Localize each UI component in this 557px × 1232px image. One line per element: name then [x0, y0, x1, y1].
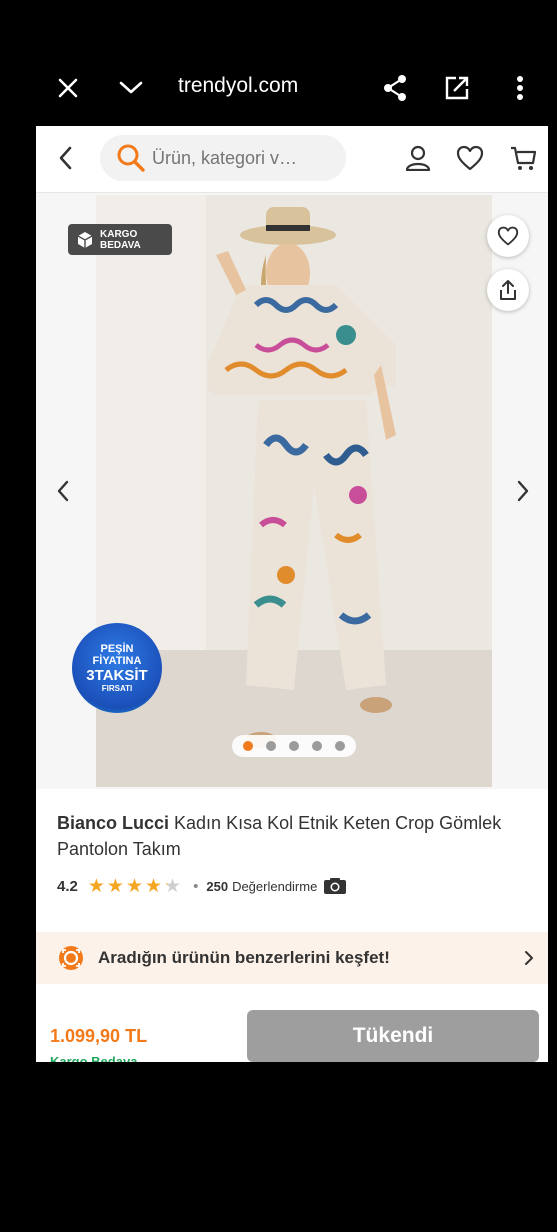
chevron-down-icon	[119, 81, 143, 94]
star-icon: ★	[125, 875, 143, 897]
cart-icon	[511, 146, 537, 170]
pagination-dot[interactable]	[242, 741, 253, 751]
next-image-button[interactable]	[510, 475, 536, 507]
more-options-button[interactable]	[506, 70, 534, 106]
pagination-dot[interactable]	[288, 741, 299, 751]
chevron-right-icon	[525, 951, 533, 965]
open-external-icon	[445, 76, 469, 100]
rating-score: 4.2	[57, 877, 78, 895]
camera-icon	[324, 878, 347, 894]
star-partial-icon: ★	[164, 875, 182, 897]
review-label: Değerlendirme	[232, 878, 318, 894]
close-tab-button[interactable]	[52, 72, 84, 104]
pagination-dot[interactable]	[312, 741, 323, 751]
collapse-button[interactable]	[114, 72, 148, 104]
similar-products-banner[interactable]: Aradığın ürünün benzerlerini keşfet!	[36, 932, 548, 984]
search-bar[interactable]	[100, 135, 346, 181]
add-to-favorites-button[interactable]	[487, 215, 529, 257]
share-upload-icon	[500, 280, 516, 300]
url-text[interactable]: trendyol.com	[178, 74, 298, 98]
search-icon	[117, 144, 145, 172]
product-photo[interactable]	[96, 195, 492, 787]
star-icon: ★	[145, 875, 163, 897]
product-brand[interactable]: Bianco Lucci	[57, 813, 169, 833]
cart-button[interactable]	[506, 142, 540, 174]
search-input[interactable]	[150, 146, 344, 170]
star-icon: ★	[87, 875, 105, 897]
installment-promo-badge: PEŞİN FİYATINA 3TAKSİT FIRSATI	[72, 623, 162, 713]
discover-icon	[59, 946, 83, 970]
free-shipping-line1: KARGO	[100, 228, 138, 240]
favorites-button[interactable]	[454, 142, 486, 174]
product-price: 1.099,90 TL	[50, 1026, 148, 1046]
star-icon: ★	[106, 875, 124, 897]
chevron-right-icon	[517, 480, 529, 502]
rating-row[interactable]: 4.2 ★ ★ ★ ★ ★ • 250 Değerlendirme	[57, 875, 347, 897]
user-icon	[405, 145, 431, 171]
image-pagination[interactable]	[232, 735, 356, 757]
share-product-button[interactable]	[487, 269, 529, 311]
chevron-left-icon	[59, 146, 72, 170]
product-image-gallery[interactable]: KARGO BEDAVA PEŞİN FİYATINA 3TAKSİT FIRS…	[36, 193, 548, 789]
more-vertical-icon	[517, 76, 523, 100]
free-shipping-text: KARGO BEDAVA	[100, 229, 141, 251]
model-illustration	[96, 195, 492, 787]
pagination-dot[interactable]	[265, 741, 276, 751]
star-rating: ★ ★ ★ ★ ★	[88, 875, 183, 898]
product-page: KARGO BEDAVA PEŞİN FİYATINA 3TAKSİT FIRS…	[36, 126, 548, 1062]
close-icon	[58, 78, 78, 98]
free-shipping-label: Kargo Bedava	[50, 1054, 138, 1062]
previous-image-button[interactable]	[50, 475, 76, 507]
promo-line4: FIRSATI	[101, 683, 133, 693]
share-browser-button[interactable]	[378, 70, 412, 106]
free-shipping-badge: KARGO BEDAVA	[68, 224, 172, 255]
chevron-left-icon	[57, 480, 69, 502]
promo-line2: FİYATINA	[92, 654, 142, 667]
bullet-separator: •	[193, 877, 199, 895]
similar-products-text: Aradığın ürünün benzerlerini keşfet!	[98, 948, 390, 967]
open-in-browser-button[interactable]	[440, 70, 474, 106]
account-button[interactable]	[402, 142, 434, 174]
heart-icon	[456, 145, 484, 171]
back-button[interactable]	[50, 142, 82, 174]
heart-icon	[497, 226, 519, 246]
promo-line1: PEŞİN	[100, 642, 134, 655]
promo-line3: 3TAKSİT	[86, 666, 148, 684]
free-shipping-line2: BEDAVA	[100, 239, 141, 251]
sold-out-button[interactable]: Tükendi	[247, 1010, 539, 1062]
site-header	[36, 126, 548, 193]
product-title: Bianco Lucci Kadın Kısa Kol Etnik Keten …	[57, 810, 537, 862]
pagination-dot[interactable]	[335, 741, 346, 751]
box-icon	[77, 231, 93, 248]
share-icon	[384, 75, 406, 101]
review-count: 250	[206, 878, 229, 894]
